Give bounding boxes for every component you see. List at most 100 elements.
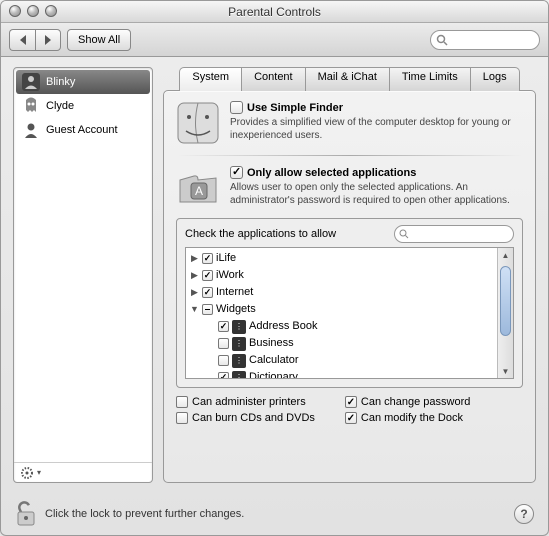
applications-icon: A (176, 166, 220, 210)
only-apps-label: Only allow selected applications (247, 167, 416, 179)
group-label: Internet (216, 285, 253, 300)
permissions-checkboxes: Can administer printers Can burn CDs and… (176, 396, 523, 424)
scroll-down-icon[interactable]: ▼ (498, 364, 513, 378)
app-checkbox[interactable] (218, 338, 229, 349)
simple-finder-label: Use Simple Finder (247, 102, 343, 114)
apps-search-field[interactable] (394, 225, 514, 243)
toolbar: Show All (1, 23, 548, 57)
show-all-button[interactable]: Show All (67, 29, 131, 51)
group-checkbox[interactable] (202, 287, 213, 298)
app-item-calculator[interactable]: ⋮Calculator (186, 352, 497, 369)
user-icon (22, 97, 40, 115)
apps-allow-box: Check the applications to allow ▶ iLife ▶… (176, 218, 523, 388)
tab-logs[interactable]: Logs (470, 67, 520, 91)
action-menu-button[interactable] (20, 466, 34, 480)
simple-finder-checkbox[interactable] (230, 101, 243, 114)
zoom-button[interactable] (45, 5, 57, 17)
only-apps-checkbox[interactable] (230, 166, 243, 179)
burn-cds-label: Can burn CDs and DVDs (192, 412, 315, 424)
close-button[interactable] (9, 5, 21, 17)
burn-cds-checkbox[interactable] (176, 412, 188, 424)
search-field[interactable] (430, 30, 540, 50)
disclosure-triangle-icon[interactable]: ▶ (190, 268, 199, 283)
app-item-dictionary[interactable]: ⋮Dictionary (186, 369, 497, 379)
back-button[interactable] (9, 29, 35, 51)
parental-controls-window: Parental Controls Show All Blinky (0, 0, 549, 536)
app-group-ilife[interactable]: ▶ iLife (186, 250, 497, 267)
group-label: Widgets (216, 302, 256, 317)
change-password-label: Can change password (361, 396, 470, 408)
group-checkbox[interactable] (202, 253, 213, 264)
user-name: Blinky (46, 76, 75, 88)
app-group-iwork[interactable]: ▶ iWork (186, 267, 497, 284)
user-list: Blinky Clyde Guest Account (14, 68, 152, 462)
widget-icon: ⋮ (232, 371, 246, 380)
tab-system[interactable]: System (179, 67, 242, 91)
traffic-lights (9, 5, 57, 17)
app-group-widgets[interactable]: ▼ Widgets (186, 301, 497, 318)
gear-icon (20, 466, 34, 480)
system-panel: Use Simple Finder Provides a simplified … (163, 90, 536, 483)
widget-icon: ⋮ (232, 354, 246, 368)
window-title: Parental Controls (228, 5, 321, 19)
app-group-internet[interactable]: ▶ Internet (186, 284, 497, 301)
user-sidebar: Blinky Clyde Guest Account ▾ (13, 67, 153, 483)
tab-time-limits[interactable]: Time Limits (389, 67, 471, 91)
tab-bar: System Content Mail & iChat Time Limits … (163, 67, 536, 91)
app-label: Address Book (249, 319, 317, 334)
scrollbar[interactable]: ▲ ▼ (497, 248, 513, 378)
disclosure-triangle-icon[interactable]: ▶ (190, 285, 199, 300)
disclosure-triangle-icon[interactable]: ▼ (190, 302, 199, 317)
apps-header-label: Check the applications to allow (185, 228, 336, 240)
widget-icon: ⋮ (232, 320, 246, 334)
app-checkbox[interactable] (218, 355, 229, 366)
user-row-guest[interactable]: Guest Account (16, 118, 150, 142)
tab-content[interactable]: Content (241, 67, 306, 91)
user-name: Guest Account (46, 124, 118, 136)
lock-text: Click the lock to prevent further change… (45, 508, 244, 520)
app-item-business[interactable]: ⋮Business (186, 335, 497, 352)
sidebar-footer: ▾ (14, 462, 152, 482)
user-icon (22, 73, 40, 91)
minimize-button[interactable] (27, 5, 39, 17)
simple-finder-row: Use Simple Finder Provides a simplified … (176, 101, 523, 145)
user-name: Clyde (46, 100, 74, 112)
forward-button[interactable] (35, 29, 61, 51)
app-label: Calculator (249, 353, 299, 368)
group-checkbox[interactable] (202, 304, 213, 315)
footer: Click the lock to prevent further change… (1, 493, 548, 535)
group-label: iWork (216, 268, 244, 283)
app-label: Business (249, 336, 294, 351)
admin-printers-label: Can administer printers (192, 396, 306, 408)
group-checkbox[interactable] (202, 270, 213, 281)
titlebar: Parental Controls (1, 1, 548, 23)
app-item-address-book[interactable]: ⋮Address Book (186, 318, 497, 335)
app-checkbox[interactable] (218, 372, 229, 379)
user-row-clyde[interactable]: Clyde (16, 94, 150, 118)
nav-buttons (9, 29, 61, 51)
only-apps-row: A Only allow selected applications Allow… (176, 166, 523, 210)
widget-icon: ⋮ (232, 337, 246, 351)
modify-dock-label: Can modify the Dock (361, 412, 463, 424)
forward-icon (44, 35, 52, 45)
help-button[interactable]: ? (514, 504, 534, 524)
back-icon (19, 35, 27, 45)
svg-text:A: A (195, 184, 203, 198)
search-icon (436, 34, 448, 46)
disclosure-triangle-icon[interactable]: ▶ (190, 251, 199, 266)
finder-icon (176, 101, 220, 145)
admin-printers-checkbox[interactable] (176, 396, 188, 408)
user-icon (22, 121, 40, 139)
scroll-thumb[interactable] (500, 266, 511, 336)
modify-dock-checkbox[interactable] (345, 412, 357, 424)
group-label: iLife (216, 251, 236, 266)
app-checkbox[interactable] (218, 321, 229, 332)
scroll-up-icon[interactable]: ▲ (498, 248, 513, 262)
user-row-blinky[interactable]: Blinky (16, 70, 150, 94)
divider (176, 155, 523, 156)
tab-mail-ichat[interactable]: Mail & iChat (305, 67, 390, 91)
simple-finder-desc: Provides a simplified view of the comput… (230, 116, 523, 142)
app-label: Dictionary (249, 370, 298, 379)
change-password-checkbox[interactable] (345, 396, 357, 408)
lock-icon[interactable] (15, 501, 37, 527)
